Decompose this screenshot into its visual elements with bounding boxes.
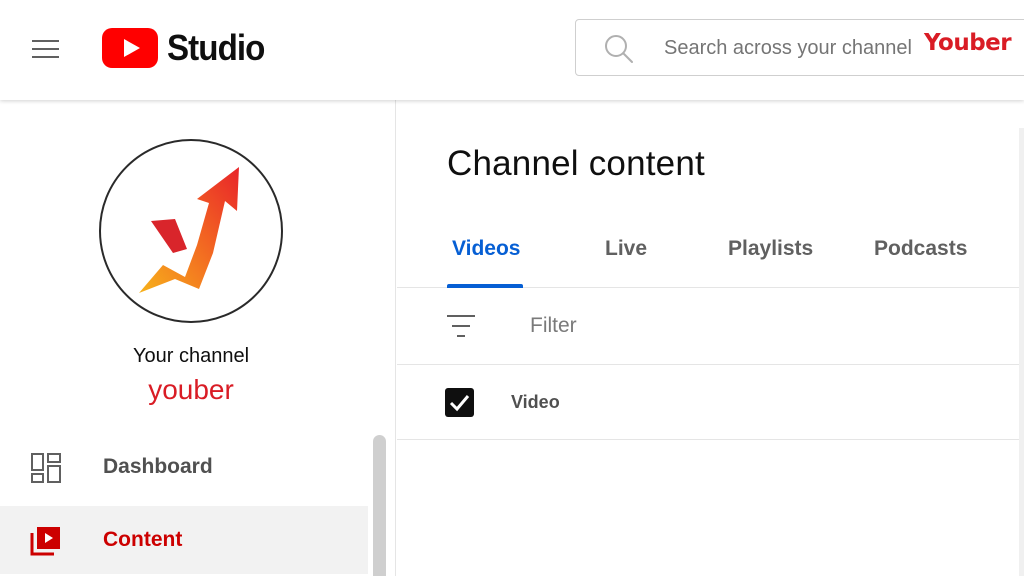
main-content: Channel content Videos Live Playlists Po… xyxy=(397,100,1024,576)
checkmark-icon xyxy=(449,395,470,412)
youber-logo-icon xyxy=(139,167,239,293)
channel-name[interactable]: youber xyxy=(0,374,382,406)
sidebar-item-dashboard[interactable]: Dashboard xyxy=(0,433,368,501)
filter-icon[interactable] xyxy=(446,313,476,339)
table-header-row: Video xyxy=(397,365,1024,440)
studio-logo[interactable]: Studio xyxy=(102,26,273,70)
tab-videos[interactable]: Videos xyxy=(452,237,520,261)
youber-watermark: Youber xyxy=(924,30,1012,56)
column-header-video[interactable]: Video xyxy=(511,392,560,413)
studio-logo-text: Studio xyxy=(167,27,265,68)
filter-bar[interactable]: Filter xyxy=(397,288,1024,365)
dashboard-icon xyxy=(31,453,61,483)
tab-playlists[interactable]: Playlists xyxy=(728,237,813,261)
sidebar-item-label: Content xyxy=(103,528,183,551)
content-tabs: Videos Live Playlists Podcasts xyxy=(397,220,1024,288)
right-panel-edge xyxy=(1019,128,1024,576)
left-sidebar: Your channel youber Dashboard Content xyxy=(0,100,396,576)
sidebar-scrollbar[interactable] xyxy=(373,435,386,576)
page-title: Channel content xyxy=(447,144,705,183)
tab-podcasts[interactable]: Podcasts xyxy=(874,237,967,261)
top-app-bar: Studio xyxy=(0,0,1024,100)
your-channel-label: Your channel xyxy=(132,345,250,367)
youtube-play-logo-icon xyxy=(102,28,158,68)
filter-input[interactable]: Filter xyxy=(530,314,577,338)
select-all-checkbox[interactable] xyxy=(445,388,474,417)
hamburger-menu-icon[interactable] xyxy=(28,34,64,64)
tab-live[interactable]: Live xyxy=(605,237,647,261)
channel-avatar[interactable] xyxy=(99,139,283,323)
sidebar-item-label: Dashboard xyxy=(103,455,213,478)
content-icon xyxy=(30,527,60,556)
search-icon xyxy=(605,35,633,63)
sidebar-item-content[interactable]: Content xyxy=(0,506,368,574)
search-input[interactable] xyxy=(664,32,944,64)
